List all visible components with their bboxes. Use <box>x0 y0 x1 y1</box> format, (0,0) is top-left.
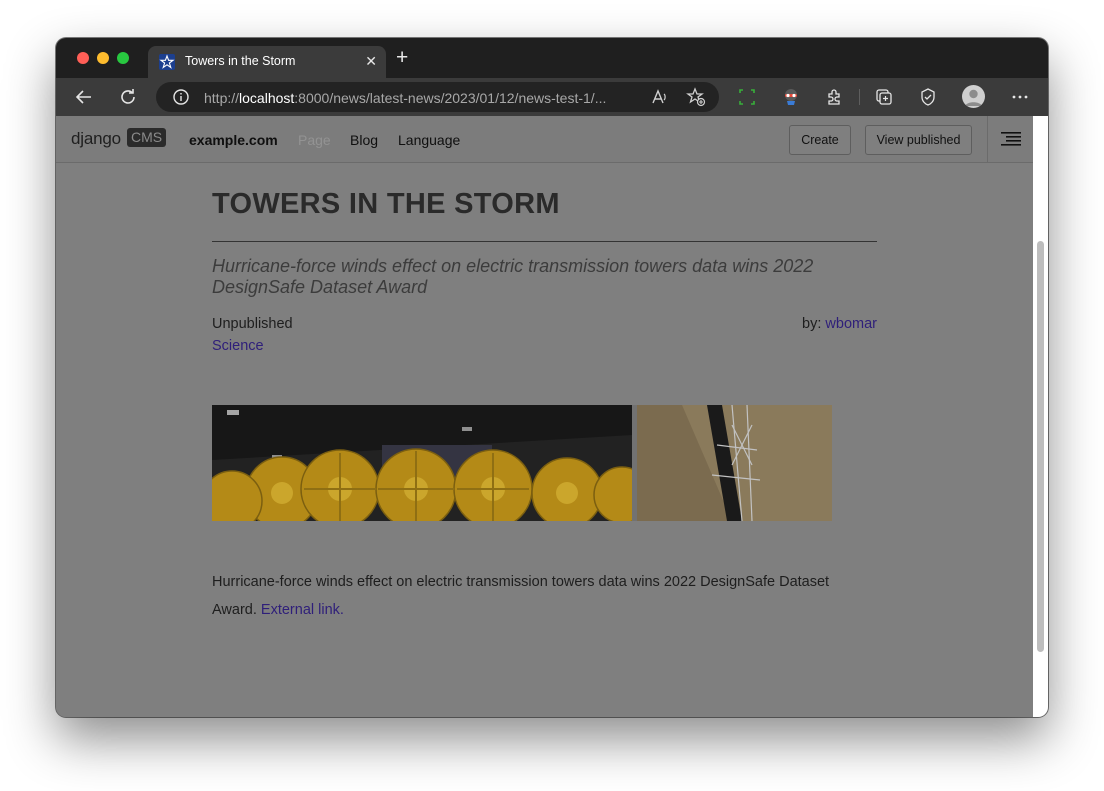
more-icon[interactable] <box>1010 87 1030 107</box>
url-text: http://localhost:8000/news/latest-news/2… <box>204 90 644 106</box>
browser-essentials-icon[interactable] <box>918 87 938 107</box>
url-host: localhost <box>239 90 295 106</box>
url-scheme: http:// <box>204 90 240 106</box>
url-path: :8000/news/latest-news/2023/01/12/news-t… <box>294 90 607 106</box>
reload-icon[interactable] <box>118 87 138 107</box>
tab-bar: Towers in the Storm ✕ + <box>56 38 1048 78</box>
puzzle-icon[interactable] <box>825 87 845 107</box>
collections-icon[interactable] <box>874 87 894 107</box>
favorites-add-icon[interactable] <box>686 87 706 107</box>
browser-window: Towers in the Storm ✕ + http://localhost… <box>56 38 1048 717</box>
tab-close-icon[interactable]: ✕ <box>365 53 377 70</box>
extension-icon[interactable] <box>781 87 801 107</box>
article-lead: Hurricane-force winds effect on electric… <box>212 256 814 297</box>
category-link[interactable]: Science <box>212 338 264 354</box>
hero-image <box>212 405 832 521</box>
screenshot-icon[interactable] <box>737 87 757 107</box>
cms-toolbar: django CMS example.com Page Blog Languag… <box>56 116 1033 163</box>
nav-language[interactable]: Language <box>398 132 460 148</box>
create-button[interactable]: Create <box>789 125 851 155</box>
tab-title: Towers in the Storm <box>185 54 296 68</box>
page-viewport: django CMS example.com Page Blog Languag… <box>56 116 1048 717</box>
toolbar-separator <box>859 89 860 105</box>
tab-towers-in-the-storm[interactable]: Towers in the Storm ✕ <box>148 46 386 78</box>
article-body: Hurricane-force winds effect on electric… <box>212 568 852 624</box>
address-bar[interactable]: http://localhost:8000/news/latest-news/2… <box>156 82 719 112</box>
star-favicon-icon <box>159 54 175 70</box>
scrollbar-thumb[interactable] <box>1037 241 1044 652</box>
nav-site-example[interactable]: example.com <box>189 132 278 148</box>
new-tab-button[interactable]: + <box>396 47 408 68</box>
publish-status: Unpublished <box>212 316 293 332</box>
django-logo-text[interactable]: django <box>71 129 121 149</box>
structure-menu-icon[interactable] <box>1001 131 1021 147</box>
toolbar-divider <box>987 116 988 163</box>
close-window-button[interactable] <box>77 52 89 64</box>
byline: by: wbomar <box>802 316 877 332</box>
title-divider <box>212 241 877 242</box>
article-title: TOWERS IN THE STORM <box>212 188 560 220</box>
author-link[interactable]: wbomar <box>825 316 877 332</box>
nav-page[interactable]: Page <box>298 132 331 148</box>
profile-icon[interactable] <box>962 85 985 108</box>
minimize-window-button[interactable] <box>97 52 109 64</box>
view-published-button[interactable]: View published <box>865 125 972 155</box>
by-label: by: <box>802 316 822 332</box>
cms-logo-badge[interactable]: CMS <box>127 128 167 147</box>
back-icon[interactable] <box>74 87 94 107</box>
info-icon[interactable] <box>171 87 191 107</box>
external-link[interactable]: External link. <box>261 602 344 618</box>
nav-blog[interactable]: Blog <box>350 132 378 148</box>
zoom-window-button[interactable] <box>117 52 129 64</box>
read-aloud-icon[interactable] <box>650 87 670 107</box>
browser-toolbar: http://localhost:8000/news/latest-news/2… <box>56 78 1048 116</box>
